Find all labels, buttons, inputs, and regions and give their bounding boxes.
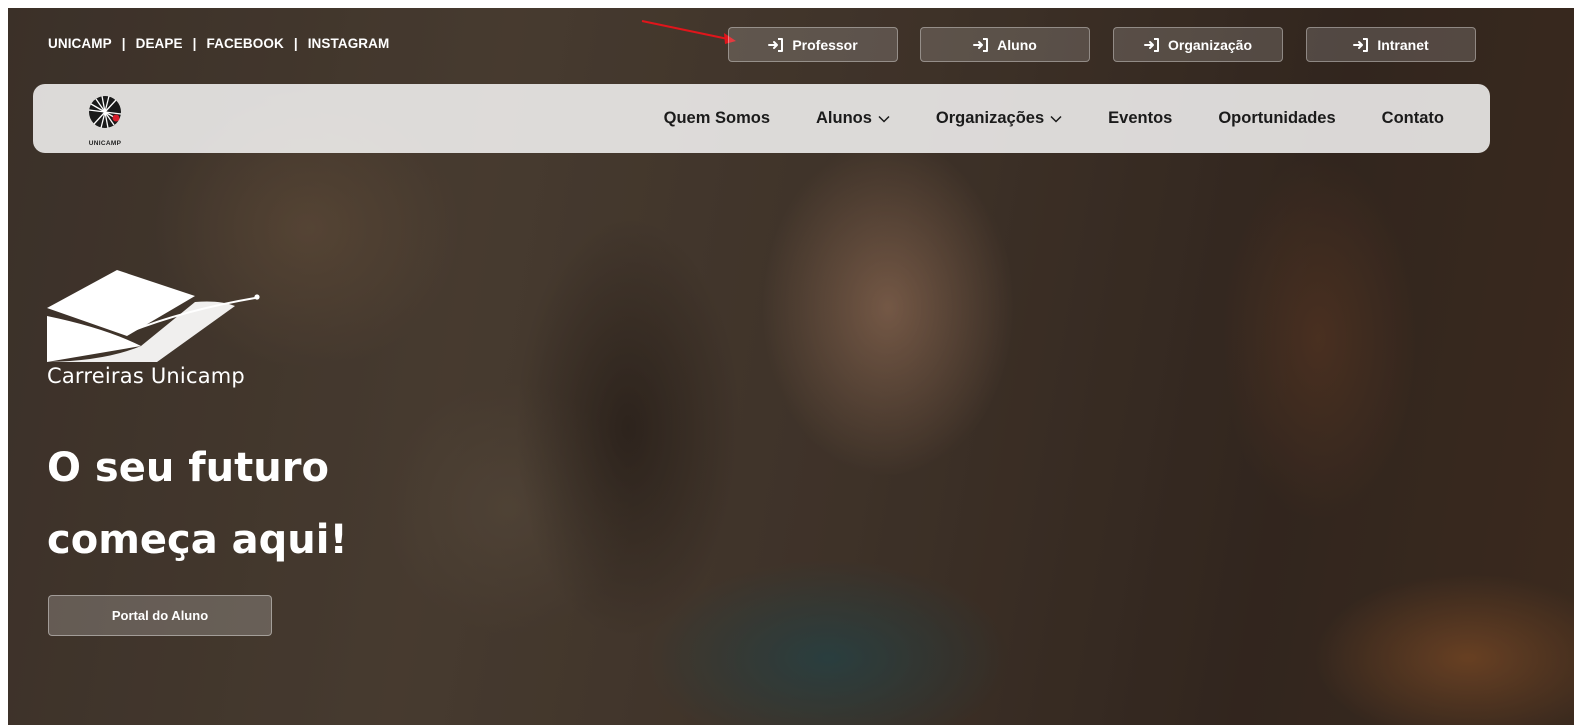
top-links: UNICAMP | DEAPE | FACEBOOK | INSTAGRAM [48, 36, 389, 51]
headline-line-2: começa aqui! [47, 517, 348, 563]
separator: | [192, 36, 197, 51]
sign-in-icon [1143, 37, 1159, 52]
nav-oportunidades[interactable]: Oportunidades [1218, 109, 1335, 128]
sign-in-icon [973, 37, 989, 52]
link-facebook[interactable]: FACEBOOK [207, 36, 284, 51]
nav-eventos[interactable]: Eventos [1108, 109, 1172, 128]
nav-label: Contato [1381, 109, 1444, 127]
chevron-down-icon [1050, 115, 1062, 123]
nav-organizacoes[interactable]: Organizações [936, 109, 1062, 128]
nav-alunos[interactable]: Alunos [816, 109, 890, 128]
main-navbar: UNICAMP Quem Somos Alunos Organizações E… [33, 84, 1490, 153]
portal-do-aluno-button[interactable]: Portal do Aluno [48, 595, 272, 636]
sign-in-icon [1353, 37, 1369, 52]
link-instagram[interactable]: INSTAGRAM [308, 36, 390, 51]
intranet-login-label: Intranet [1377, 36, 1429, 53]
page: UNICAMP | DEAPE | FACEBOOK | INSTAGRAM P… [0, 0, 1574, 725]
organizacao-login-label: Organização [1167, 36, 1253, 53]
nav-quem-somos[interactable]: Quem Somos [664, 109, 770, 128]
separator: | [293, 36, 298, 51]
sign-in-icon [768, 37, 784, 52]
nav-contato[interactable]: Contato [1382, 109, 1444, 128]
organizacao-login-button[interactable]: Organização [1113, 27, 1283, 62]
intranet-login-button[interactable]: Intranet [1306, 27, 1476, 62]
aluno-login-button[interactable]: Aluno [920, 27, 1090, 62]
nav-menu: Quem Somos Alunos Organizações Eventos O… [618, 84, 1444, 153]
nav-label: Quem Somos [663, 109, 770, 127]
nav-label: Alunos [816, 109, 872, 127]
nav-label: Oportunidades [1218, 109, 1336, 127]
link-unicamp[interactable]: UNICAMP [48, 36, 112, 51]
portal-button-label: Portal do Aluno [111, 608, 209, 623]
annotation-arrow [641, 20, 736, 44]
professor-login-label: Professor [792, 36, 858, 53]
professor-login-button[interactable]: Professor [728, 27, 898, 62]
hero-headline: O seu futuro começa aqui! [47, 432, 348, 576]
headline-line-1: O seu futuro [47, 445, 329, 491]
unicamp-logo-icon [88, 95, 122, 129]
chevron-down-icon [878, 115, 890, 123]
unicamp-logo[interactable]: UNICAMP [77, 90, 133, 148]
frame-edge-left [0, 0, 8, 725]
aluno-login-label: Aluno [997, 36, 1037, 53]
nav-label: Eventos [1108, 109, 1173, 127]
logo-text: UNICAMP [88, 140, 122, 147]
brand-name: Carreiras Unicamp [47, 364, 245, 388]
graduation-cap-logo-icon [47, 270, 260, 362]
link-deape[interactable]: DEAPE [136, 36, 183, 51]
frame-edge-top [0, 0, 1574, 8]
separator: | [121, 36, 126, 51]
nav-label: Organizações [935, 109, 1045, 127]
